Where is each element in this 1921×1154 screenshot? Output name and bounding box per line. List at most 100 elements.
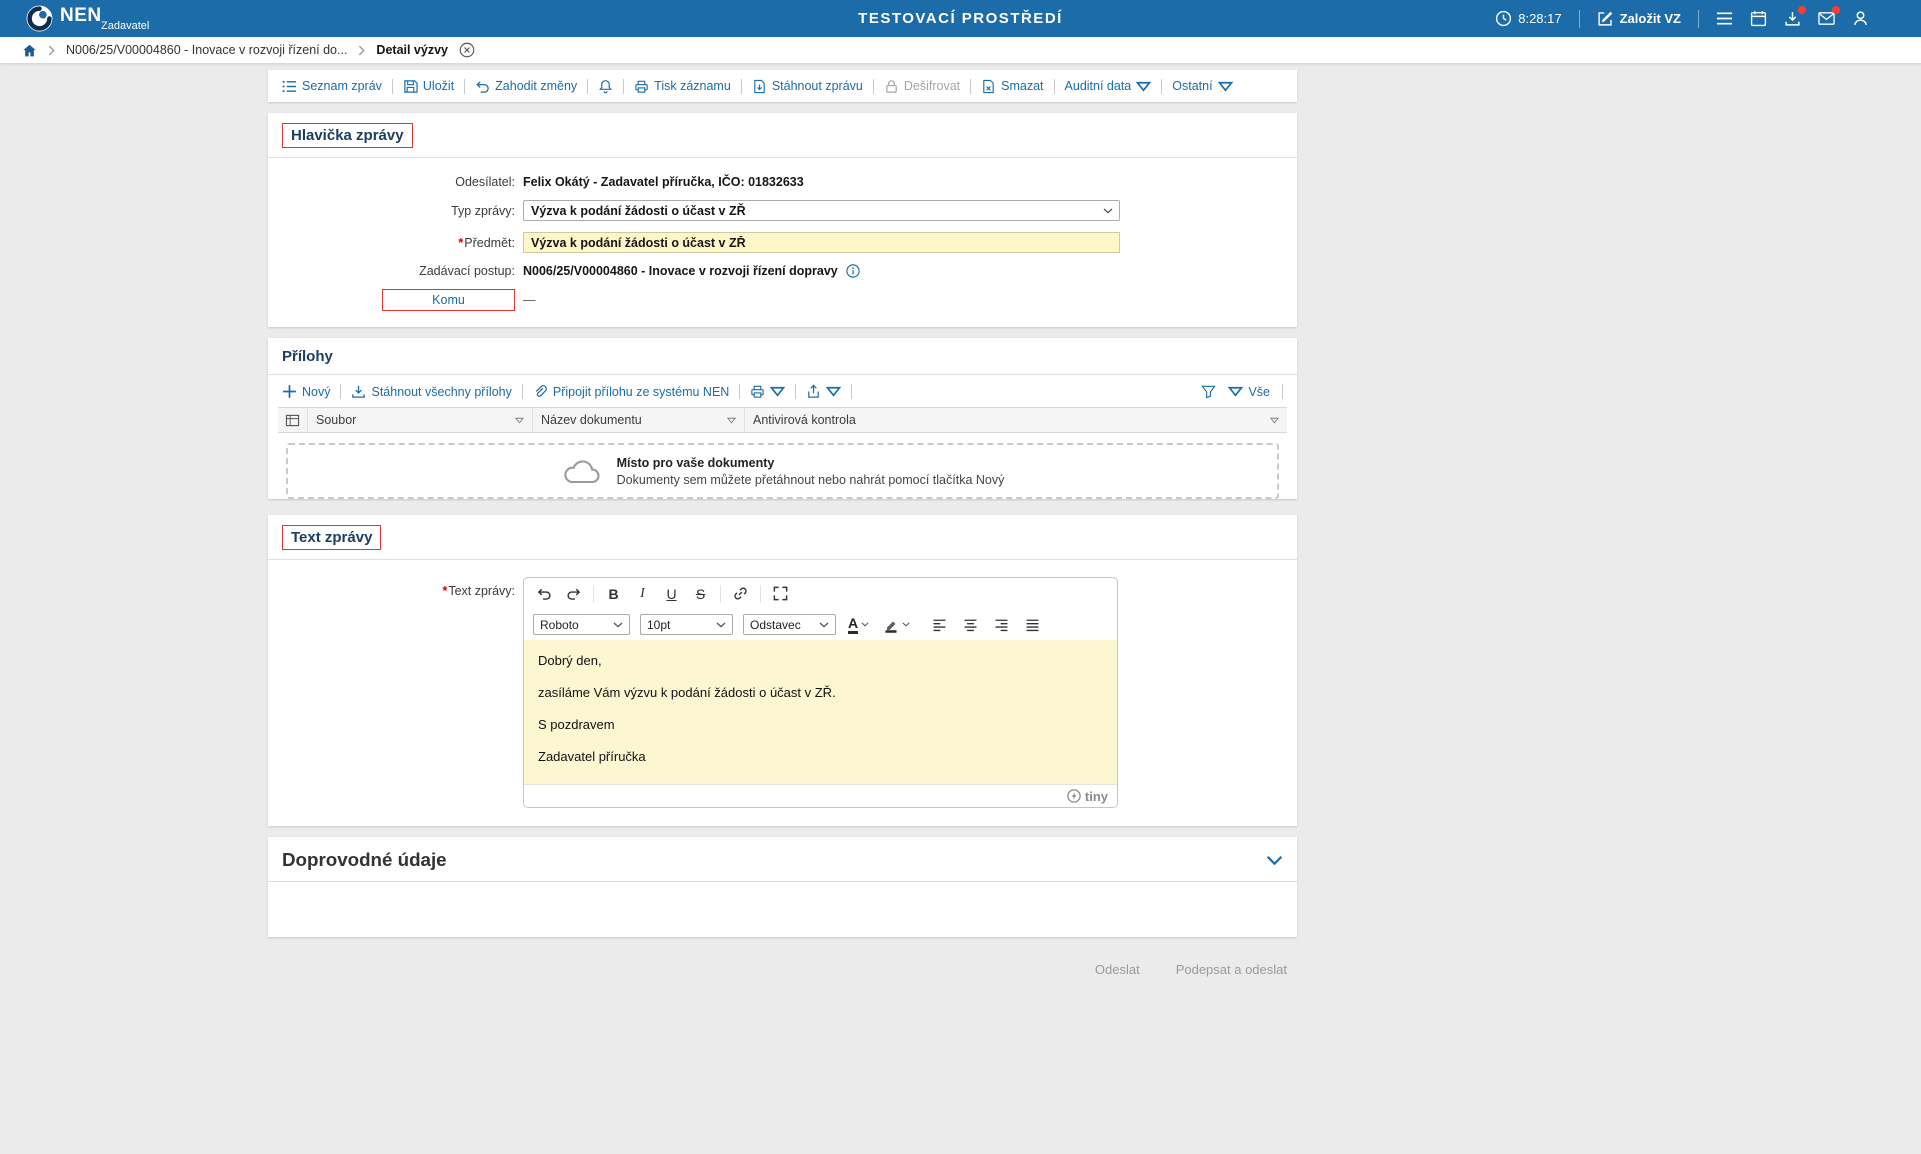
editor-toolbar-row-1: B I U S [524,578,1117,609]
procedure-label: Zadávací postup: [282,264,515,278]
redo-button[interactable] [560,582,587,606]
dropzone-title: Místo pro vaše dokumenty [617,456,1005,470]
new-attachment-button[interactable]: Nový [282,384,330,399]
main-menu-button[interactable] [1716,10,1733,27]
dropdown-triangle-icon [826,384,841,399]
align-center-button[interactable] [957,613,984,637]
notifications-button[interactable] [598,79,613,94]
align-justify-icon [1024,616,1041,633]
delete-button[interactable]: Smazat [981,79,1043,94]
redo-icon [565,585,582,602]
strikethrough-button[interactable]: S [687,582,714,606]
editor-content[interactable]: Dobrý den, zasíláme Vám výzvu k podání ž… [524,640,1117,784]
column-header-antivirova-kontrola[interactable]: Antivirová kontrola [745,408,1287,432]
filter-button[interactable] [1201,384,1216,399]
fullscreen-button[interactable] [767,582,794,606]
download-all-attachments-button[interactable]: Stáhnout všechny přílohy [351,384,511,399]
highlight-color-button[interactable] [881,613,912,637]
discard-changes-button[interactable]: Zahodit změny [475,79,577,94]
subject-input[interactable] [523,232,1120,253]
highlighter-icon [883,617,899,633]
funnel-icon [1201,384,1216,399]
send-button[interactable]: Odeslat [1095,962,1140,977]
download-message-button[interactable]: Stáhnout zprávu [752,79,863,94]
show-all-filter-button[interactable]: Vše [1228,384,1270,399]
block-format-select[interactable]: Odstavec [743,614,836,635]
font-size-select[interactable]: 10pt [640,614,733,635]
column-filter-icon[interactable] [515,417,524,424]
export-menu-button[interactable] [806,384,841,399]
attachments-table-header: Soubor Název dokumentu Antivirová kontro… [278,407,1287,433]
footer-actions: Odeslat Podepsat a odeslat [268,948,1297,977]
attachments-dropzone[interactable]: Místo pro vaše dokumenty Dokumenty sem m… [286,443,1279,499]
text-color-icon: A [848,616,858,634]
print-record-button[interactable]: Tisk záznamu [634,79,731,94]
other-actions-button[interactable]: Ostatní [1172,79,1232,94]
nen-logo-icon [26,5,53,32]
divider [739,384,740,399]
required-mark: * [442,584,447,598]
downloads-button[interactable] [1784,10,1801,27]
underline-button[interactable]: U [658,582,685,606]
section-title-message-header: Hlavička zprávy [291,127,404,144]
attachments-head: Přílohy [268,338,1297,375]
attachments-section: Přílohy Nový Stáhnout všechny přílohy Př… [268,338,1297,499]
align-right-button[interactable] [988,613,1015,637]
divider [522,384,523,399]
sign-and-send-button[interactable]: Podepsat a odeslat [1176,962,1287,977]
column-filter-icon[interactable] [1270,417,1279,424]
create-vz-button[interactable]: Založit VZ [1597,10,1681,27]
sender-value: Felix Okátý - Zadavatel příručka, IČO: 0… [523,175,1283,189]
profile-button[interactable] [1852,10,1869,27]
home-button[interactable] [22,43,37,58]
text-color-button[interactable]: A [846,613,871,637]
divider [587,79,588,94]
chevron-down-icon [902,622,910,627]
divider [873,79,874,94]
chevron-down-icon [716,622,726,628]
undo-icon [536,585,553,602]
align-justify-button[interactable] [1019,613,1046,637]
italic-button[interactable]: I [629,582,656,606]
message-list-button[interactable]: Seznam zpráv [282,79,382,94]
bold-button[interactable]: B [600,582,627,606]
calendar-button[interactable] [1750,10,1767,27]
lock-icon [884,79,899,94]
font-family-select[interactable]: Roboto [533,614,630,635]
message-type-select[interactable]: Výzva k podání žádosti o účast v ZŘ [523,200,1120,221]
column-header-soubor[interactable]: Soubor [308,408,533,432]
print-menu-button[interactable] [750,384,785,399]
close-tab-button[interactable] [459,42,475,58]
save-button[interactable]: Uložit [403,79,454,94]
align-left-button[interactable] [926,613,953,637]
link-icon [732,585,749,602]
nen-home-link[interactable]: NEN Zadavatel [26,5,149,32]
table-settings-cell[interactable] [278,408,308,432]
divider [340,384,341,399]
sender-label: Odesílatel: [282,175,515,189]
message-text-section: Text zprávy *Text zprávy: B I U [268,515,1297,826]
accompanying-body [268,882,1297,937]
message-type-label: Typ zprávy: [282,204,515,218]
tiny-branding[interactable]: tiny [1067,789,1108,804]
breadcrumb-procedure[interactable]: N006/25/V00004860 - Inovace v rozvoji ří… [66,43,347,57]
audit-data-button[interactable]: Auditní data [1065,79,1152,94]
divider [464,79,465,94]
to-value: — [523,293,1283,307]
accompanying-head[interactable]: Doprovodné údaje [268,837,1297,882]
undo-button[interactable] [531,582,558,606]
align-center-icon [962,616,979,633]
column-header-nazev-dokumentu[interactable]: Název dokumentu [533,408,745,432]
dropdown-triangle-icon [1136,79,1151,94]
column-filter-icon[interactable] [727,417,736,424]
collapse-chevron-icon[interactable] [1266,855,1283,866]
messages-button[interactable] [1818,10,1835,27]
divider [623,79,624,94]
divider [593,585,594,603]
decrypt-button[interactable]: Dešifrovat [884,79,960,94]
attach-from-nen-button[interactable]: Připojit přílohu ze systému NEN [533,384,729,399]
info-icon[interactable] [846,264,860,278]
insert-link-button[interactable] [727,582,754,606]
chevron-down-icon [819,622,829,628]
to-link[interactable]: Komu [432,293,465,307]
